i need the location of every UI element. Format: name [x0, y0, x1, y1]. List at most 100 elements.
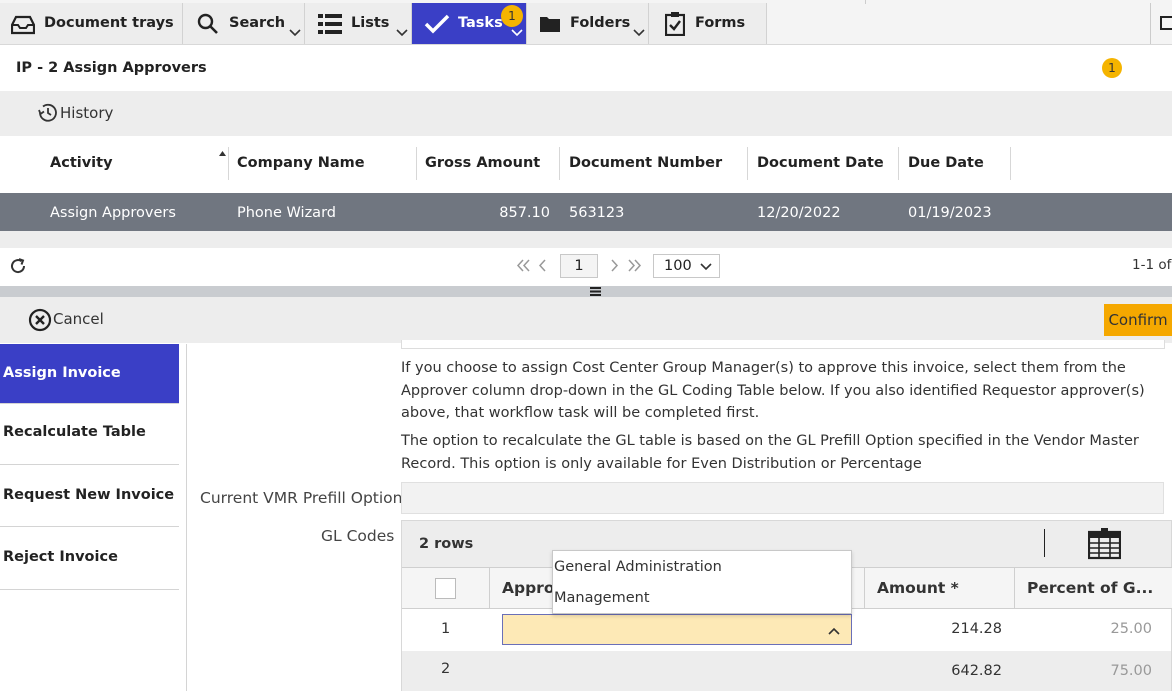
history-toolbar: History	[0, 91, 1172, 136]
column-header-approver[interactable]: Appro	[502, 579, 554, 597]
first-page-icon[interactable]	[516, 259, 530, 272]
nav-tab-document-trays[interactable]: Document trays	[0, 3, 183, 44]
page-size-select[interactable]: 100	[653, 254, 720, 278]
nav-tab-label: Lists	[351, 15, 390, 31]
side-menu-item-reject-invoice[interactable]: Reject Invoice	[0, 527, 179, 589]
confirm-button[interactable]: Confirm	[1104, 304, 1172, 336]
chevron-down-icon	[700, 263, 712, 271]
next-page-icon[interactable]	[610, 259, 620, 272]
column-separator[interactable]	[489, 568, 490, 608]
refresh-icon[interactable]	[9, 257, 27, 275]
side-menu-label: Reject Invoice	[3, 549, 118, 565]
nav-divider	[1150, 3, 1151, 44]
column-header-percent[interactable]: Percent of G...	[1027, 579, 1153, 597]
cell-gross-amount: 857.10	[499, 205, 550, 221]
recalculate-note-paragraph: The option to recalculate the GL table i…	[401, 433, 1139, 472]
history-button[interactable]: History	[34, 101, 134, 127]
instruction-paragraph: If you choose to assign Cost Center Grou…	[401, 360, 1145, 421]
side-menu-item-assign-invoice[interactable]: Assign Invoice	[0, 344, 179, 403]
column-separator[interactable]	[1010, 147, 1011, 180]
chevron-down-icon[interactable]	[511, 29, 523, 37]
column-separator[interactable]	[864, 568, 865, 608]
cancel-button[interactable]: Cancel	[28, 307, 108, 333]
checkmark-icon	[424, 14, 450, 34]
top-nav: Document trays Search Lists Tasks 1 Fold…	[0, 0, 1172, 45]
drag-handle-icon[interactable]	[590, 287, 601, 296]
column-separator[interactable]	[1014, 568, 1015, 608]
list-icon	[318, 13, 342, 35]
select-all-checkbox[interactable]	[435, 578, 456, 599]
nav-tab-label: Tasks	[458, 15, 503, 31]
column-header-due-date[interactable]: Due Date	[908, 155, 984, 171]
cell-percent: 75.00	[1110, 663, 1152, 679]
column-header-amount[interactable]: Amount *	[877, 579, 959, 597]
task-count-badge: 1	[1102, 58, 1122, 78]
page-title: IP - 2 Assign Approvers	[16, 60, 207, 76]
approver-select[interactable]	[502, 614, 852, 645]
nav-tab-label: Search	[229, 15, 286, 31]
window-icon[interactable]	[1160, 16, 1172, 30]
page-number-input[interactable]: 1	[560, 254, 598, 278]
panel-splitter[interactable]	[0, 286, 1172, 297]
gl-codes-label: GL Codes	[321, 527, 395, 545]
last-page-icon[interactable]	[628, 259, 642, 272]
table-row[interactable]: Assign Approvers Phone Wizard 857.10 563…	[0, 193, 1172, 231]
column-header-company-name[interactable]: Company Name	[237, 155, 365, 171]
nav-tab-label: Folders	[570, 15, 631, 31]
cell-amount: 642.82	[951, 663, 1002, 679]
action-bar: Cancel	[0, 297, 1172, 343]
cell-document-date: 12/20/2022	[757, 205, 841, 221]
nav-tab-forms[interactable]: Forms	[649, 3, 767, 44]
column-separator[interactable]	[228, 147, 229, 180]
pager-summary: 1-1 of	[1132, 257, 1172, 273]
side-menu-label: Request New Invoice	[3, 487, 175, 503]
dropdown-option-management[interactable]: Management	[554, 590, 650, 606]
column-separator[interactable]	[559, 147, 560, 180]
nav-tab-lists[interactable]: Lists	[305, 3, 412, 44]
sort-ascending-icon[interactable]	[219, 151, 226, 156]
chevron-down-icon[interactable]	[396, 29, 408, 37]
gl-row-count: 2 rows	[419, 536, 474, 552]
history-label: History	[60, 104, 114, 122]
chevron-down-icon[interactable]	[289, 29, 301, 37]
table-view-icon[interactable]	[1088, 528, 1121, 560]
dropdown-option-general-administration[interactable]: General Administration	[554, 559, 722, 575]
chevron-down-icon[interactable]	[633, 29, 645, 37]
previous-page-icon[interactable]	[537, 259, 547, 272]
table-row[interactable]	[402, 651, 1171, 691]
column-header-activity[interactable]: Activity	[50, 155, 113, 171]
nav-tab-tasks[interactable]: Tasks 1	[412, 3, 527, 44]
column-header-gross-amount[interactable]: Gross Amount	[425, 155, 540, 171]
cancel-icon	[28, 308, 52, 332]
approver-dropdown-list: General Administration Management	[552, 550, 852, 614]
history-icon	[36, 101, 60, 125]
cell-activity: Assign Approvers	[50, 205, 176, 221]
row-number: 2	[441, 661, 451, 677]
side-menu-label: Assign Invoice	[3, 365, 121, 381]
chevron-up-icon	[828, 627, 840, 635]
nav-tab-search[interactable]: Search	[183, 3, 305, 44]
clipboard-icon	[665, 12, 685, 36]
column-header-document-number[interactable]: Document Number	[569, 155, 722, 171]
folder-icon	[540, 16, 560, 32]
prefill-option-field	[401, 482, 1164, 514]
cell-due-date: 01/19/2023	[908, 205, 992, 221]
nav-tab-folders[interactable]: Folders	[527, 3, 649, 44]
nav-tab-label: Forms	[695, 15, 746, 31]
toolbar-divider	[1044, 529, 1045, 557]
side-menu-item-request-new-invoice[interactable]: Request New Invoice	[0, 465, 179, 526]
divider	[0, 589, 179, 590]
cell-amount: 214.28	[951, 621, 1002, 637]
cancel-label: Cancel	[53, 310, 104, 328]
column-separator[interactable]	[747, 147, 748, 180]
cell-percent: 25.00	[1110, 621, 1152, 637]
side-menu-label: Recalculate Table	[3, 424, 146, 440]
column-header-document-date[interactable]: Document Date	[757, 155, 884, 171]
column-separator[interactable]	[416, 147, 417, 180]
nav-tab-label: Document trays	[44, 15, 174, 31]
side-menu-item-recalculate-table[interactable]: Recalculate Table	[0, 404, 179, 464]
field-box-edge	[401, 340, 1165, 349]
prefill-option-label: Current VMR Prefill Option	[200, 489, 403, 507]
column-separator[interactable]	[898, 147, 899, 180]
cell-company-name: Phone Wizard	[237, 205, 336, 221]
